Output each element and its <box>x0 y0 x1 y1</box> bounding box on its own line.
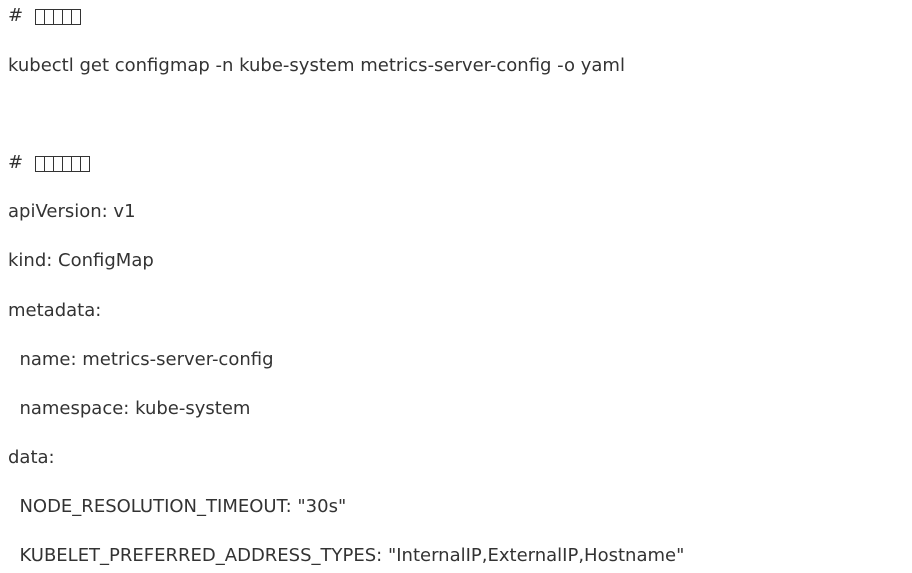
yaml-line: namespace: kube-system <box>8 398 251 419</box>
yaml-line: name: metrics-server-config <box>8 349 274 370</box>
comment-hash: # <box>8 5 29 26</box>
yaml-line: NODE_RESOLUTION_TIMEOUT: "30s" <box>8 496 347 517</box>
missing-glyph-text <box>34 154 90 172</box>
comment-line: # <box>8 150 90 176</box>
yaml-line: metadata: <box>8 300 102 321</box>
yaml-line: data: <box>8 447 55 468</box>
missing-glyph-text <box>34 7 81 25</box>
comment-hash: # <box>8 152 29 173</box>
comment-line: # <box>8 3 81 29</box>
yaml-line: apiVersion: v1 <box>8 201 136 222</box>
command-line: kubectl get configmap -n kube-system met… <box>8 55 625 76</box>
yaml-line: kind: ConfigMap <box>8 250 154 271</box>
yaml-line: KUBELET_PREFERRED_ADDRESS_TYPES: "Intern… <box>8 545 685 566</box>
